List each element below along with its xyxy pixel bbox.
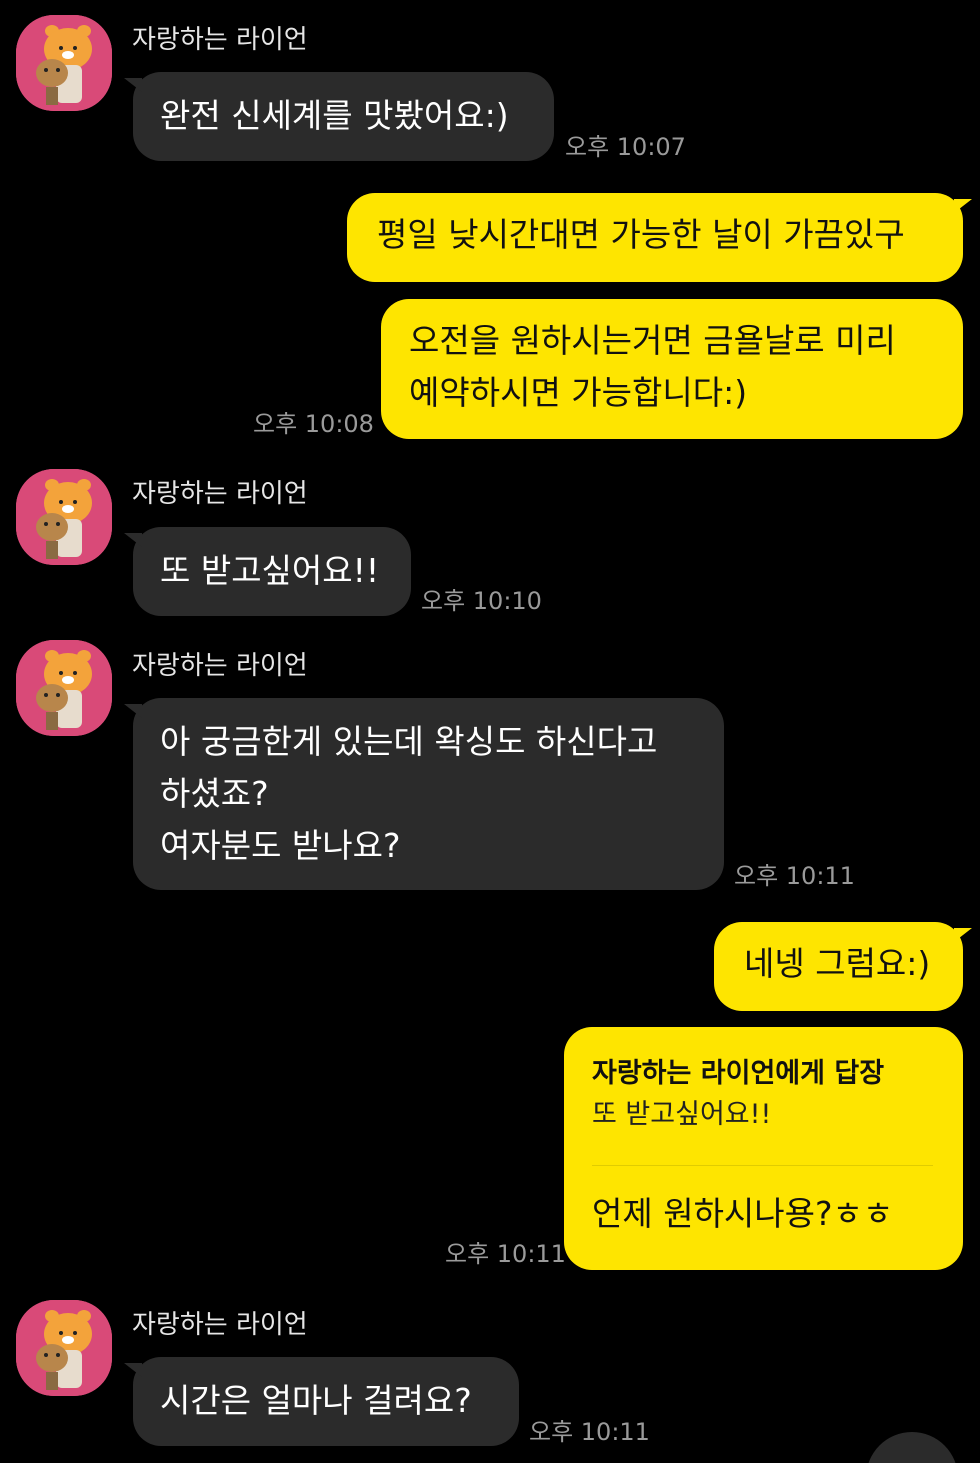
reply-divider [592, 1165, 933, 1166]
sender-name: 자랑하는 라이언 [132, 25, 308, 55]
ryan-character-icon [16, 1300, 112, 1396]
message-text: 또 받고싶어요!! [160, 551, 380, 590]
outgoing-message-bubble[interactable]: 오전을 원하시는거면 금욜날로 미리 예약하시면 가능합니다:) [381, 299, 963, 439]
incoming-message-bubble[interactable]: 완전 신세계를 맛봤어요:) [124, 72, 554, 161]
reply-quote: 또 받고싶어요!! [592, 1099, 772, 1130]
message-text: 완전 신세계를 맛봤어요:) [160, 96, 509, 135]
ryan-character-icon [16, 640, 112, 736]
outgoing-message-bubble[interactable]: 네넹 그럼요:) [714, 922, 972, 1011]
ryan-avatar-icon[interactable] [16, 640, 112, 736]
message-time: 오후 10:11 [529, 1418, 650, 1446]
sender-name: 자랑하는 라이언 [132, 479, 308, 509]
message-text: 시간은 얼마나 걸려요? [160, 1381, 472, 1420]
outgoing-message-bubble[interactable]: 평일 낮시간대면 가능한 날이 가끔있구 [347, 193, 972, 282]
message-time: 오후 10:08 [253, 410, 374, 438]
incoming-message-bubble[interactable]: 또 받고싶어요!! [124, 527, 411, 616]
message-time: 오후 10:10 [421, 587, 542, 615]
message-text: 평일 낮시간대면 가능한 날이 가끔있구 [377, 215, 905, 254]
ryan-avatar-icon[interactable] [16, 15, 112, 111]
sender-name: 자랑하는 라이언 [132, 1310, 308, 1340]
message-time: 오후 10:07 [565, 133, 686, 161]
message-text-line: 하셨죠? [160, 774, 269, 813]
message-text-line: 예약하시면 가능합니다:) [409, 373, 748, 412]
message-text: 언제 원하시나용?ㅎㅎ [592, 1194, 894, 1233]
incoming-message-bubble[interactable]: 아 궁금한게 있는데 왁싱도 하신다고 하셨죠? 여자분도 받나요? [124, 698, 724, 890]
message-text-line: 오전을 원하시는거면 금욜날로 미리 [409, 321, 896, 360]
message-text-line: 여자분도 받나요? [160, 826, 401, 865]
ryan-avatar-icon[interactable] [16, 469, 112, 565]
sender-name: 자랑하는 라이언 [132, 651, 308, 681]
message-time: 오후 10:11 [734, 862, 855, 890]
ryan-character-icon [16, 469, 112, 565]
message-text: 네넹 그럼요:) [744, 944, 931, 983]
incoming-message-bubble[interactable]: 시간은 얼마나 걸려요? [124, 1357, 519, 1446]
message-text-line: 아 궁금한게 있는데 왁싱도 하신다고 [160, 722, 658, 761]
reply-header: 자랑하는 라이언에게 답장 [592, 1058, 885, 1089]
ryan-character-icon [16, 15, 112, 111]
ryan-avatar-icon[interactable] [16, 1300, 112, 1396]
message-time: 오후 10:11 [445, 1240, 566, 1268]
reply-message-bubble[interactable]: 자랑하는 라이언에게 답장 또 받고싶어요!! 언제 원하시나용?ㅎㅎ [564, 1027, 963, 1270]
chat-screen: 자랑하는 라이언 완전 신세계를 맛봤어요:) 오후 10:07 평일 낮시간대… [0, 0, 980, 1463]
scroll-down-button[interactable] [866, 1432, 958, 1463]
